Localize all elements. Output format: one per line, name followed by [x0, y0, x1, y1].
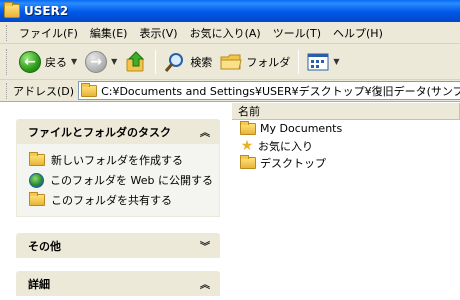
- forward-arrow-icon: →: [85, 50, 108, 73]
- file-item-name[interactable]: お気に入り: [258, 138, 313, 154]
- menu-favorites[interactable]: お気に入り(A): [186, 25, 269, 41]
- views-button[interactable]: ▼: [303, 48, 343, 76]
- forward-dropdown-icon[interactable]: ▼: [111, 57, 117, 66]
- file-item[interactable]: ★ お気に入り: [232, 137, 460, 154]
- search-icon: [165, 52, 184, 72]
- tasks-panel: ファイルとフォルダのタスク ︽ 新しいフォルダを作成する このフォルダを Web…: [16, 119, 220, 217]
- menu-help[interactable]: ヘルプ(H): [329, 25, 391, 41]
- address-value[interactable]: C:¥Documents and Settings¥USER¥デスクトップ¥復旧…: [101, 83, 460, 99]
- forward-button[interactable]: → ▼: [81, 48, 121, 76]
- up-folder-icon: [126, 50, 145, 71]
- address-field[interactable]: C:¥Documents and Settings¥USER¥デスクトップ¥復旧…: [78, 81, 460, 100]
- folders-icon: [220, 54, 242, 69]
- folders-button[interactable]: フォルダ: [216, 48, 294, 76]
- task-pane: ファイルとフォルダのタスク ︽ 新しいフォルダを作成する このフォルダを Web…: [0, 103, 232, 300]
- other-places-title: その他: [28, 239, 61, 253]
- window-title: USER2: [24, 4, 69, 18]
- other-places-panel: その他 ︾: [16, 233, 220, 258]
- collapse-icon[interactable]: ︽: [200, 124, 210, 139]
- publish-web-icon: [29, 172, 44, 188]
- column-header-name[interactable]: 名前: [232, 103, 460, 120]
- views-dropdown-icon[interactable]: ▼: [333, 57, 339, 66]
- task-share-folder[interactable]: このフォルダを共有する: [29, 190, 209, 210]
- back-arrow-icon: ←: [19, 50, 41, 73]
- search-button[interactable]: 検索: [160, 48, 216, 76]
- back-button[interactable]: ← 戻る ▼: [15, 48, 81, 76]
- collapse-icon[interactable]: ︽: [200, 276, 210, 291]
- address-bar: アドレス(D) C:¥Documents and Settings¥USER¥デ…: [0, 80, 460, 102]
- star-icon: ★: [240, 137, 254, 154]
- file-item-name[interactable]: デスクトップ: [260, 155, 326, 171]
- menu-tools[interactable]: ツール(T): [269, 25, 329, 41]
- title-bar: USER2: [0, 0, 460, 22]
- expand-icon[interactable]: ︾: [200, 238, 210, 253]
- folders-label: フォルダ: [246, 55, 291, 69]
- address-label: アドレス(D): [13, 84, 75, 98]
- back-dropdown-icon[interactable]: ▼: [71, 57, 77, 66]
- column-header-label: 名前: [238, 105, 260, 118]
- task-label[interactable]: 新しいフォルダを作成する: [51, 152, 183, 168]
- details-header[interactable]: 詳細 ︽: [16, 271, 220, 296]
- task-publish-web[interactable]: このフォルダを Web に公開する: [29, 170, 213, 190]
- file-item[interactable]: デスクトップ: [232, 154, 460, 171]
- details-panel: 詳細 ︽: [16, 271, 220, 296]
- new-folder-icon: [29, 152, 45, 166]
- file-item-name[interactable]: My Documents: [260, 122, 342, 135]
- toolbar-separator: [155, 49, 157, 74]
- menu-edit[interactable]: 編集(E): [86, 25, 136, 41]
- menu-grip: [6, 24, 9, 41]
- tasks-panel-header[interactable]: ファイルとフォルダのタスク ︽: [16, 119, 220, 144]
- file-item[interactable]: My Documents: [232, 120, 460, 137]
- toolbar-grip: [6, 48, 9, 75]
- task-new-folder[interactable]: 新しいフォルダを作成する: [29, 150, 209, 170]
- folder-icon: [4, 2, 20, 18]
- folder-icon: [81, 82, 98, 97]
- address-grip: [6, 82, 9, 99]
- folder-icon: [240, 154, 256, 169]
- back-label: 戻る: [45, 55, 67, 69]
- menu-file[interactable]: ファイル(F): [15, 25, 86, 41]
- menu-view[interactable]: 表示(V): [135, 25, 185, 41]
- menu-bar: ファイル(F) 編集(E) 表示(V) お気に入り(A) ツール(T) ヘルプ(…: [0, 22, 460, 44]
- tasks-panel-body: 新しいフォルダを作成する このフォルダを Web に公開する このフォルダを共有…: [16, 144, 220, 217]
- toolbar: ← 戻る ▼ → ▼ 検索 フォルダ ▼: [0, 44, 460, 80]
- other-places-header[interactable]: その他 ︾: [16, 233, 220, 258]
- task-label[interactable]: このフォルダを共有する: [51, 192, 172, 208]
- search-label: 検索: [190, 55, 213, 69]
- toolbar-separator: [298, 49, 300, 74]
- views-icon: [307, 53, 329, 70]
- share-folder-icon: [29, 192, 45, 206]
- file-list: 名前 My Documents ★ お気に入り デスクトップ: [232, 103, 460, 300]
- up-button[interactable]: [121, 48, 151, 76]
- tasks-panel-title: ファイルとフォルダのタスク: [28, 125, 171, 139]
- task-label[interactable]: このフォルダを Web に公開する: [50, 172, 213, 188]
- details-title: 詳細: [28, 277, 50, 291]
- folder-icon: [240, 120, 256, 135]
